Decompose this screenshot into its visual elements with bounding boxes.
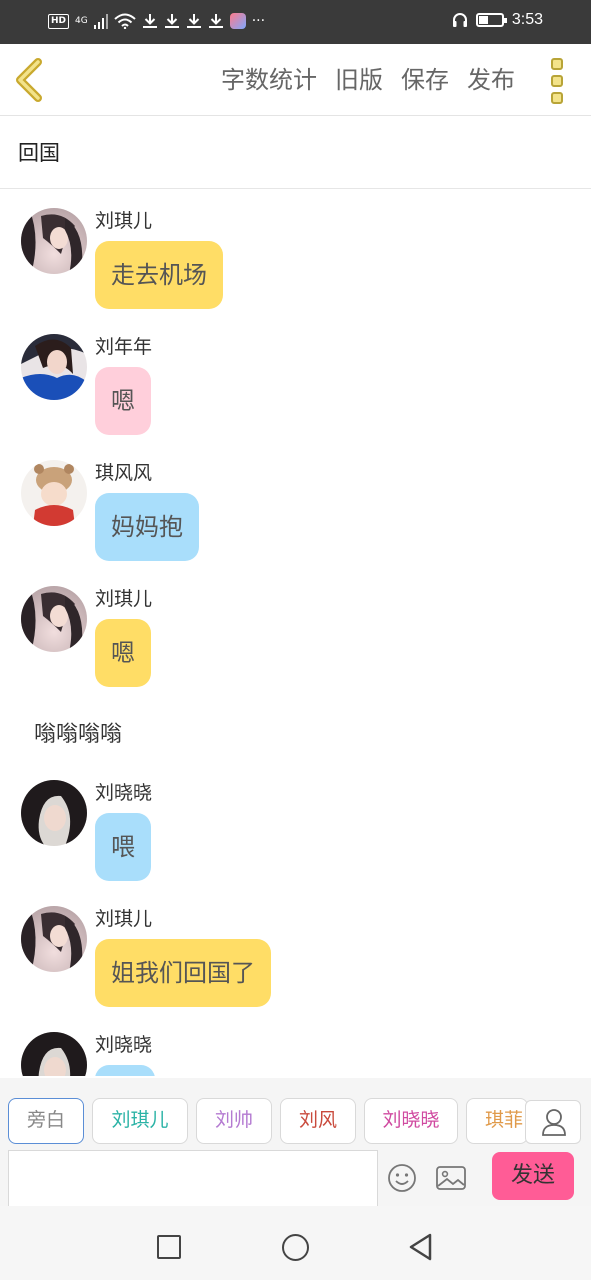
back-button[interactable] <box>12 58 52 102</box>
wifi-icon <box>114 13 136 29</box>
editor-toolbar: 字数统计 旧版 保存 发布 <box>0 44 591 116</box>
message-bubble[interactable]: 嗯 <box>95 367 151 435</box>
chat-area[interactable]: 刘琪儿 走去机场 刘年年 嗯 琪风风 妈妈抱 刘琪儿 嗯 嗡嗡嗡嗡 刘晓晓 喂 <box>0 190 591 1076</box>
system-navigation-bar <box>0 1206 591 1280</box>
more-dot-icon <box>551 75 563 87</box>
download-icon <box>208 14 223 28</box>
role-chip-liuxiaoxiao[interactable]: 刘晓晓 <box>364 1098 458 1144</box>
avatar-liuqier[interactable] <box>21 586 87 652</box>
sender-name: 刘琪儿 <box>95 588 153 610</box>
sender-name: 刘琪儿 <box>95 908 153 930</box>
sender-name: 刘年年 <box>95 336 153 358</box>
image-button[interactable] <box>435 1162 467 1194</box>
story-title: 回国 <box>18 141 60 165</box>
story-title-row[interactable]: 回国 <box>0 117 591 189</box>
more-dot-icon <box>551 92 563 104</box>
avatar-liunian[interactable] <box>21 334 87 400</box>
avatar-liuxiaoxiao[interactable] <box>21 1032 87 1076</box>
manage-roles-button[interactable] <box>525 1100 581 1144</box>
word-count-button[interactable]: 字数统计 <box>221 62 317 98</box>
app-icon <box>229 13 246 29</box>
headset-icon <box>452 13 467 27</box>
message-bubble[interactable]: 喂 <box>95 813 151 881</box>
sender-name: 刘晓晓 <box>95 782 153 804</box>
composer: 发送 <box>0 1148 591 1206</box>
network-type-label: 4G <box>75 16 88 26</box>
back-icon[interactable] <box>408 1233 434 1261</box>
battery-icon <box>475 13 507 27</box>
role-chip-qifei[interactable]: 琪菲 <box>466 1098 528 1144</box>
more-dots-icon: ··· <box>251 13 266 29</box>
avatar-liuqier[interactable] <box>21 208 87 274</box>
old-version-button[interactable]: 旧版 <box>335 62 383 98</box>
download-icon <box>164 14 179 28</box>
send-button[interactable]: 发送 <box>492 1152 574 1200</box>
avatar-qifengfeng[interactable] <box>21 460 87 526</box>
narration-text[interactable]: 嗡嗡嗡嗡 <box>34 716 122 748</box>
sender-name: 琪风风 <box>95 462 153 484</box>
recent-apps-icon[interactable] <box>157 1235 181 1259</box>
save-button[interactable]: 保存 <box>401 62 449 98</box>
smiley-icon <box>388 1164 416 1192</box>
message-bubble[interactable]: 姐我们回国了 <box>95 939 271 1007</box>
message-bubble[interactable]: 走去机场 <box>95 241 223 309</box>
role-selector: 旁白 刘琪儿 刘帅 刘风 刘晓晓 琪菲 <box>0 1078 591 1148</box>
avatar-liuxiaoxiao[interactable] <box>21 780 87 846</box>
emoji-button[interactable] <box>386 1162 418 1194</box>
status-time: 3:53 <box>511 11 543 28</box>
download-icon <box>142 14 157 28</box>
download-icon <box>186 14 201 28</box>
publish-button[interactable]: 发布 <box>467 62 515 98</box>
signal-icon <box>93 14 108 29</box>
chevron-left-icon <box>16 58 42 102</box>
sender-name: 刘晓晓 <box>95 1034 153 1056</box>
role-chip-liufeng[interactable]: 刘风 <box>280 1098 356 1144</box>
toolbar-actions: 字数统计 旧版 保存 发布 <box>221 62 515 98</box>
message-input[interactable] <box>8 1150 378 1206</box>
home-icon[interactable] <box>282 1234 309 1261</box>
sender-name: 刘琪儿 <box>95 210 153 232</box>
person-icon <box>542 1109 566 1136</box>
status-bar-right: 3:53 <box>452 11 543 29</box>
image-icon <box>436 1166 466 1190</box>
role-chip-liushuai[interactable]: 刘帅 <box>196 1098 272 1144</box>
role-chip-liuqier[interactable]: 刘琪儿 <box>92 1098 188 1144</box>
more-menu-button[interactable] <box>551 58 565 104</box>
message-bubble[interactable] <box>95 1065 155 1076</box>
more-dot-icon <box>551 58 563 70</box>
hd-icon: HD <box>48 13 70 29</box>
avatar-liuqier[interactable] <box>21 906 87 972</box>
role-chip-narrator[interactable]: 旁白 <box>8 1098 84 1144</box>
status-bar-left: HD 4G ··· <box>48 11 265 31</box>
message-bubble[interactable]: 嗯 <box>95 619 151 687</box>
message-bubble[interactable]: 妈妈抱 <box>95 493 199 561</box>
status-bar: HD 4G ··· 3:53 <box>0 0 591 44</box>
